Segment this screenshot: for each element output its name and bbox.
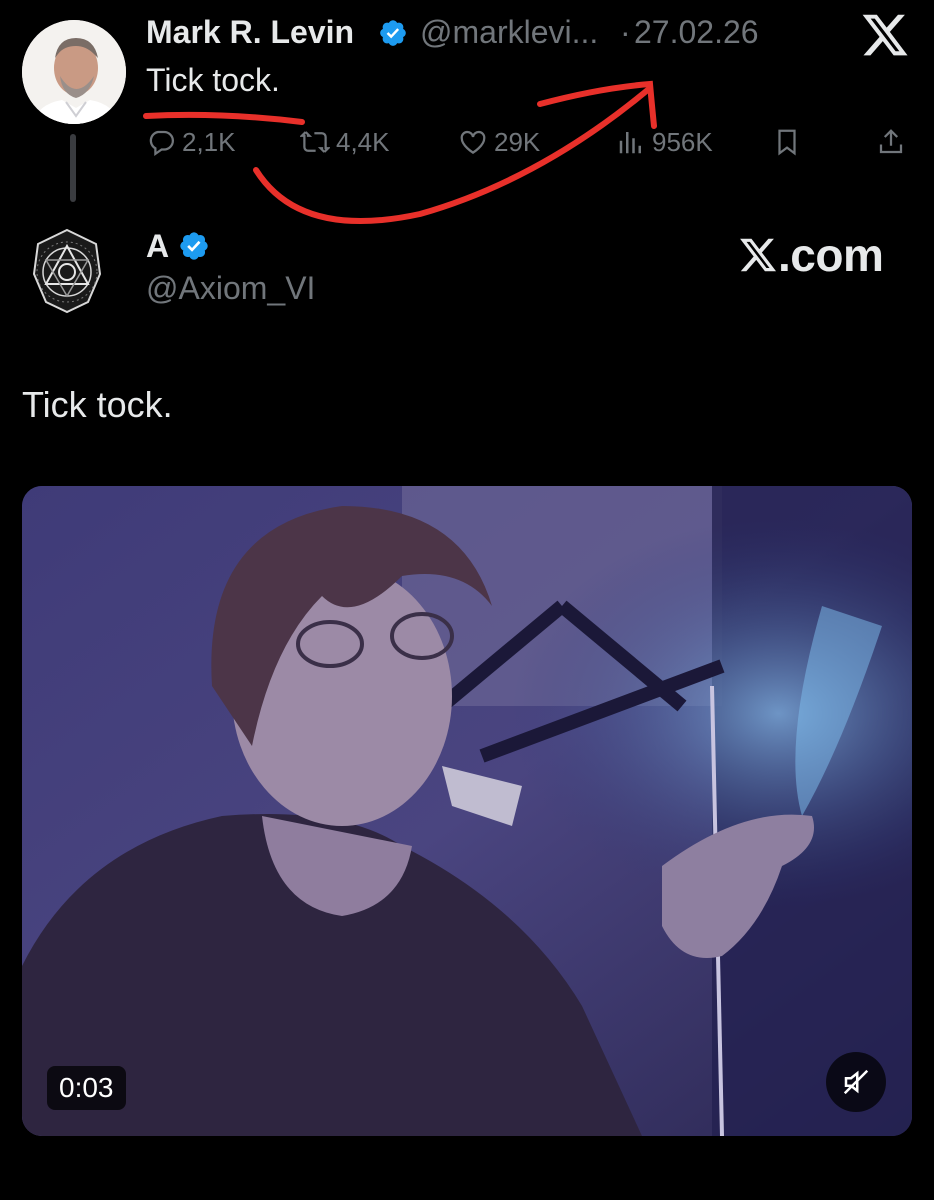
muted-speaker-icon <box>843 1069 869 1095</box>
author-handle[interactable]: @marklevi... <box>420 14 598 51</box>
share-icon <box>879 129 903 154</box>
bookmark-icon <box>778 129 796 156</box>
retweet-icon <box>300 131 330 153</box>
x-logo-icon <box>862 14 908 56</box>
view-count: 956K <box>652 126 713 157</box>
watermark-text: .com <box>778 229 884 281</box>
author-display-name[interactable]: Mark R. Levin <box>146 14 354 51</box>
retweet-button[interactable]: 4,4K <box>300 120 390 164</box>
video-timestamp: 0:03 <box>47 1066 126 1110</box>
verified-badge-icon <box>180 232 208 260</box>
tweet-text: Tick tock. <box>146 62 280 98</box>
quoted-author-avatar[interactable] <box>30 226 104 316</box>
x-logo-icon <box>740 238 777 272</box>
quoted-tweet-text: Tick tock. <box>22 384 173 425</box>
separator-dot: · <box>620 14 631 50</box>
bookmark-button[interactable] <box>772 120 802 164</box>
like-count: 29K <box>494 126 541 157</box>
reply-count: 2,1K <box>182 126 236 157</box>
author-avatar[interactable] <box>22 20 126 124</box>
tweet-date[interactable]: 27.02.26 <box>634 14 759 51</box>
views-button[interactable]: 956K <box>616 120 713 164</box>
x-com-watermark: .com <box>738 228 884 282</box>
like-button[interactable]: 29K <box>458 120 540 164</box>
quoted-handle[interactable]: @Axiom_VI <box>146 270 315 307</box>
retweet-count: 4,4K <box>336 126 390 157</box>
verified-badge-icon <box>380 20 406 46</box>
like-icon <box>460 130 486 154</box>
video-frame <box>22 486 912 1136</box>
unmute-button[interactable] <box>826 1052 886 1112</box>
share-button[interactable] <box>876 120 906 164</box>
views-icon <box>619 132 641 154</box>
reply-button[interactable]: 2,1K <box>146 120 236 164</box>
quoted-display-name[interactable]: A <box>146 228 169 265</box>
thread-connector-line <box>70 134 76 202</box>
video-player[interactable] <box>22 486 912 1136</box>
reply-icon <box>149 130 174 157</box>
